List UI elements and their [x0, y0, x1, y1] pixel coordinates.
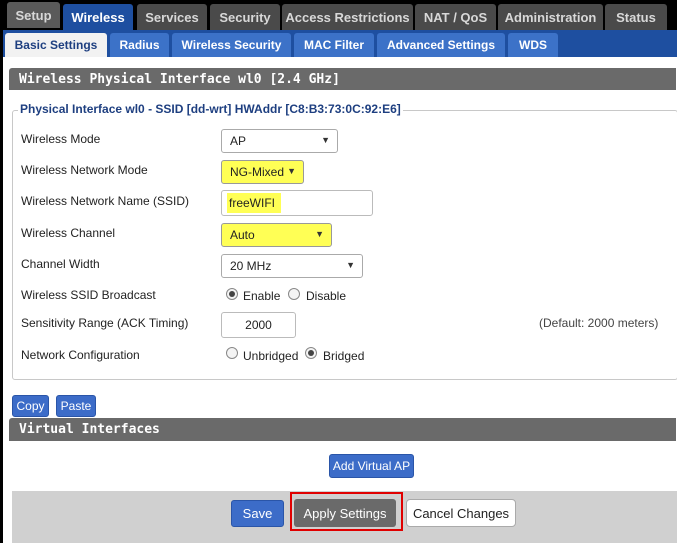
channel-value: Auto	[230, 228, 255, 242]
section-header-virtual-interfaces: Virtual Interfaces	[9, 418, 676, 441]
chevron-down-icon: ▼	[315, 229, 324, 239]
tab-nat-qos[interactable]: NAT / QoS	[415, 4, 496, 30]
channel-label: Wireless Channel	[21, 226, 116, 240]
tab-setup[interactable]: Setup	[7, 2, 60, 28]
network-mode-select[interactable]: NG-Mixed ▼	[221, 160, 304, 184]
tab-wireless[interactable]: Wireless	[63, 4, 133, 30]
cancel-changes-button[interactable]: Cancel Changes	[406, 499, 516, 527]
paste-button[interactable]: Paste	[56, 395, 96, 417]
subtab-advanced-settings[interactable]: Advanced Settings	[377, 33, 505, 57]
subtab-wds[interactable]: WDS	[508, 33, 558, 57]
ssid-broadcast-disable-radio[interactable]	[288, 288, 300, 300]
ssid-label: Wireless Network Name (SSID)	[21, 194, 190, 208]
channel-width-label: Channel Width	[21, 257, 100, 271]
network-config-label: Network Configuration	[21, 348, 140, 362]
ssid-value: freeWIFI	[227, 193, 282, 213]
network-config-bridged-radio[interactable]	[305, 347, 317, 359]
save-button[interactable]: Save	[231, 500, 284, 527]
network-mode-value: NG-Mixed	[230, 165, 285, 179]
physical-interface-fieldset	[12, 110, 677, 380]
tab-status[interactable]: Status	[605, 4, 667, 30]
chevron-down-icon: ▼	[287, 166, 296, 176]
network-config-bridged-label: Bridged	[323, 349, 365, 363]
network-config-unbridged-label: Unbridged	[243, 349, 299, 363]
tab-access-restrictions[interactable]: Access Restrictions	[282, 4, 413, 30]
network-config-unbridged-radio[interactable]	[226, 347, 238, 359]
ssid-input[interactable]: freeWIFI	[221, 190, 373, 216]
add-virtual-ap-button[interactable]: Add Virtual AP	[329, 454, 414, 478]
tab-administration[interactable]: Administration	[498, 4, 603, 30]
chevron-down-icon: ▼	[346, 260, 355, 270]
subtab-mac-filter[interactable]: MAC Filter	[294, 33, 374, 57]
section-header-physical-interface: Wireless Physical Interface wl0 [2.4 GHz…	[9, 68, 676, 90]
window-edge	[0, 0, 3, 543]
copy-button[interactable]: Copy	[12, 395, 49, 417]
sub-tab-bar: Basic Settings Radius Wireless Security …	[3, 30, 677, 57]
apply-settings-button[interactable]: Apply Settings	[294, 499, 396, 527]
wireless-mode-label: Wireless Mode	[21, 132, 101, 146]
ssid-broadcast-label: Wireless SSID Broadcast	[21, 288, 156, 302]
channel-width-select[interactable]: 20 MHz ▼	[221, 254, 363, 278]
subtab-wireless-security[interactable]: Wireless Security	[172, 33, 291, 57]
ssid-broadcast-enable-radio[interactable]	[226, 288, 238, 300]
sensitivity-input[interactable]: 2000	[221, 312, 296, 338]
wireless-mode-value: AP	[230, 134, 247, 148]
network-mode-label: Wireless Network Mode	[21, 163, 148, 177]
tab-services[interactable]: Services	[137, 4, 207, 30]
fieldset-legend: Physical Interface wl0 - SSID [dd-wrt] H…	[18, 102, 403, 116]
sensitivity-default-note: (Default: 2000 meters)	[539, 316, 659, 330]
top-tab-bar: Setup Wireless Services Security Access …	[3, 0, 677, 30]
sensitivity-value: 2000	[245, 318, 272, 332]
tab-security[interactable]: Security	[210, 4, 280, 30]
ssid-broadcast-disable-label: Disable	[306, 289, 347, 303]
sensitivity-label: Sensitivity Range (ACK Timing)	[21, 316, 189, 330]
channel-select[interactable]: Auto ▼	[221, 223, 332, 247]
wireless-mode-select[interactable]: AP ▼	[221, 129, 338, 153]
ssid-broadcast-enable-label: Enable	[243, 289, 281, 303]
subtab-basic-settings[interactable]: Basic Settings	[5, 33, 107, 57]
channel-width-value: 20 MHz	[230, 259, 272, 273]
chevron-down-icon: ▼	[321, 135, 330, 145]
subtab-radius[interactable]: Radius	[110, 33, 169, 57]
